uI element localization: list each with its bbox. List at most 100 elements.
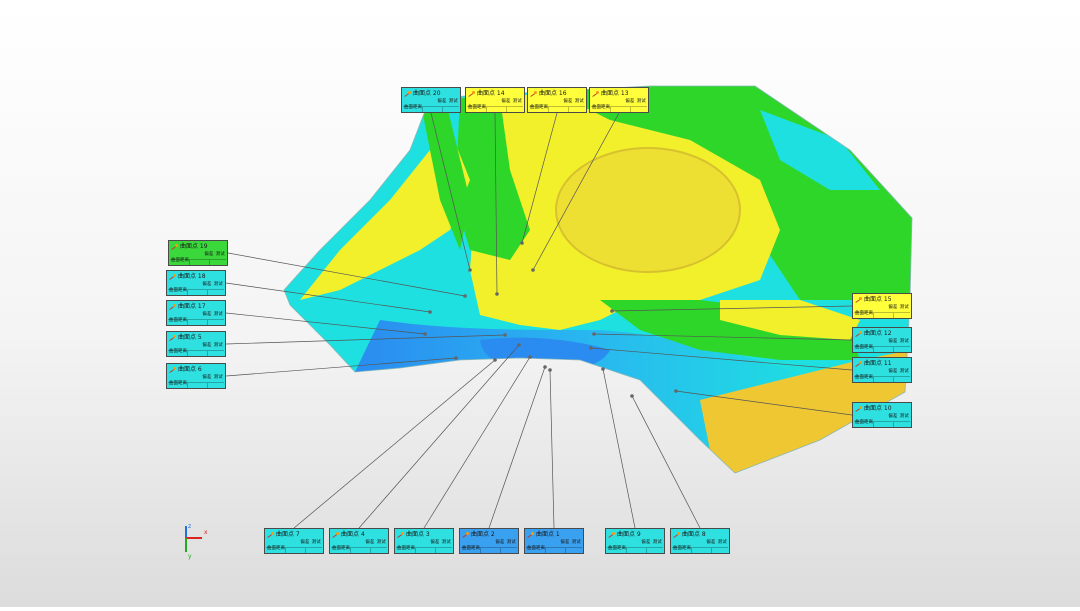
cell-divider <box>893 313 894 318</box>
measure-point-20[interactable] <box>468 268 472 272</box>
surface-point-icon <box>462 531 469 538</box>
cell-divider <box>422 107 423 112</box>
cell-divider <box>207 290 208 295</box>
measure-point-12[interactable] <box>592 332 596 336</box>
label-title-text: 曲面点 14 <box>477 90 505 97</box>
surface-point-label-13[interactable]: 曲面点 13 偏差 测试 曲面距离 <box>589 87 649 113</box>
surface-point-label-17[interactable]: 曲面点 17 偏差 测试 曲面距离 <box>166 300 226 326</box>
leader-line-6 <box>225 357 457 377</box>
label-title-text: 曲面点 9 <box>617 531 641 538</box>
surface-point-icon <box>592 90 599 97</box>
measure-point-18[interactable] <box>428 310 432 314</box>
surface-point-label-16[interactable]: 曲面点 16 偏差 测试 曲面距离 <box>527 87 587 113</box>
deviation-column: 偏差 <box>888 369 898 374</box>
surface-point-label-14[interactable]: 曲面点 14 偏差 测试 曲面距离 <box>465 87 525 113</box>
cell-divider <box>711 548 712 553</box>
measure-point-14[interactable] <box>495 292 499 296</box>
deviation-column: 偏差 <box>495 540 505 545</box>
cell-divider <box>187 320 188 325</box>
label-title: 曲面点 16 <box>530 89 584 98</box>
label-columns: 偏差 测试 <box>435 99 458 105</box>
label-columns: 偏差 测试 <box>202 252 225 258</box>
measure-point-2[interactable] <box>543 365 547 369</box>
measure-point-7[interactable] <box>493 358 497 362</box>
label-title: 曲面点 2 <box>462 530 516 539</box>
deviation-column: 偏差 <box>888 305 898 310</box>
leader-line-1 <box>549 369 555 529</box>
measure-point-6[interactable] <box>454 356 458 360</box>
test-column: 测试 <box>213 343 223 348</box>
label-title-text: 曲面点 16 <box>539 90 567 97</box>
surface-point-label-4[interactable]: 曲面点 4 偏差 测试 曲面距离 <box>329 528 389 554</box>
measure-point-19[interactable] <box>463 294 467 298</box>
surface-point-label-18[interactable]: 曲面点 18 偏差 测试 曲面距离 <box>166 270 226 296</box>
cell-divider <box>207 351 208 356</box>
cell-divider <box>548 107 549 112</box>
label-columns: 偏差 测试 <box>200 282 223 288</box>
surface-point-icon <box>608 531 615 538</box>
surface-point-label-12[interactable]: 曲面点 12 偏差 测试 曲面距离 <box>852 327 912 353</box>
leader-line-3 <box>423 356 531 529</box>
label-columns: 偏差 测试 <box>704 540 727 546</box>
label-columns: 偏差 测试 <box>886 339 909 345</box>
surface-point-label-2[interactable]: 曲面点 2 偏差 测试 曲面距离 <box>459 528 519 554</box>
axis-triad: x y z <box>185 523 208 560</box>
label-title: 曲面点 20 <box>404 89 458 98</box>
measure-point-5[interactable] <box>503 333 507 337</box>
surface-point-label-15[interactable]: 曲面点 15 偏差 测试 曲面距离 <box>852 293 912 319</box>
x-label: x <box>204 529 208 536</box>
surface-distance-label: 曲面距离 <box>169 318 187 323</box>
measure-point-10[interactable] <box>674 389 678 393</box>
cell-divider <box>189 260 190 265</box>
label-title-text: 曲面点 19 <box>180 243 208 250</box>
label-columns: 偏差 测试 <box>886 414 909 420</box>
measure-point-11[interactable] <box>589 346 593 350</box>
measure-point-1[interactable] <box>548 368 552 372</box>
test-column: 测试 <box>899 339 909 344</box>
cell-divider <box>568 107 569 112</box>
label-columns: 偏差 测试 <box>623 99 646 105</box>
label-title: 曲面点 4 <box>332 530 386 539</box>
surface-point-label-8[interactable]: 曲面点 8 偏差 测试 曲面距离 <box>670 528 730 554</box>
measure-point-8[interactable] <box>630 394 634 398</box>
surface-point-label-10[interactable]: 曲面点 10 偏差 测试 曲面距离 <box>852 402 912 428</box>
test-column: 测试 <box>376 540 386 545</box>
surface-point-icon <box>169 366 176 373</box>
3d-viewport[interactable]: 曲面点 20 偏差 测试 曲面距离 曲面点 14 偏差 测试 曲面距离 曲面点 16 偏差 测试 曲面… <box>0 0 1080 607</box>
leader-line-4 <box>358 344 520 529</box>
surface-point-label-3[interactable]: 曲面点 3 偏差 测试 曲面距离 <box>394 528 454 554</box>
measure-point-16[interactable] <box>520 241 524 245</box>
label-columns: 偏差 测试 <box>200 343 223 349</box>
leader-line-7 <box>293 359 496 529</box>
measure-point-15[interactable] <box>610 309 614 313</box>
label-title-text: 曲面点 11 <box>864 360 892 367</box>
surface-point-icon <box>530 90 537 97</box>
surface-point-icon <box>169 273 176 280</box>
surface-point-label-5[interactable]: 曲面点 5 偏差 测试 曲面距离 <box>166 331 226 357</box>
surface-point-label-1[interactable]: 曲面点 1 偏差 测试 曲面距离 <box>524 528 584 554</box>
cell-divider <box>893 377 894 382</box>
label-columns: 偏差 测试 <box>298 540 321 546</box>
surface-point-label-9[interactable]: 曲面点 9 偏差 测试 曲面距离 <box>605 528 665 554</box>
surface-point-label-20[interactable]: 曲面点 20 偏差 测试 曲面距离 <box>401 87 461 113</box>
leader-line-9 <box>602 368 636 529</box>
test-column: 测试 <box>899 305 909 310</box>
surface-point-label-6[interactable]: 曲面点 6 偏差 测试 曲面距离 <box>166 363 226 389</box>
surface-point-icon <box>169 303 176 310</box>
measure-point-13[interactable] <box>531 268 535 272</box>
test-column: 测试 <box>899 414 909 419</box>
measure-point-4[interactable] <box>517 343 521 347</box>
label-columns: 偏差 测试 <box>639 540 662 546</box>
label-columns: 偏差 测试 <box>428 540 451 546</box>
measure-point-17[interactable] <box>423 332 427 336</box>
measure-point-3[interactable] <box>528 355 532 359</box>
surface-point-label-19[interactable]: 曲面点 19 偏差 测试 曲面距离 <box>168 240 228 266</box>
surface-distance-label: 曲面距离 <box>855 375 873 380</box>
deviation-column: 偏差 <box>888 414 898 419</box>
label-columns: 偏差 测试 <box>558 540 581 546</box>
test-column: 测试 <box>213 312 223 317</box>
surface-point-label-7[interactable]: 曲面点 7 偏差 测试 曲面距离 <box>264 528 324 554</box>
surface-point-label-11[interactable]: 曲面点 11 偏差 测试 曲面距离 <box>852 357 912 383</box>
measure-point-9[interactable] <box>601 367 605 371</box>
label-title-text: 曲面点 3 <box>406 531 430 538</box>
